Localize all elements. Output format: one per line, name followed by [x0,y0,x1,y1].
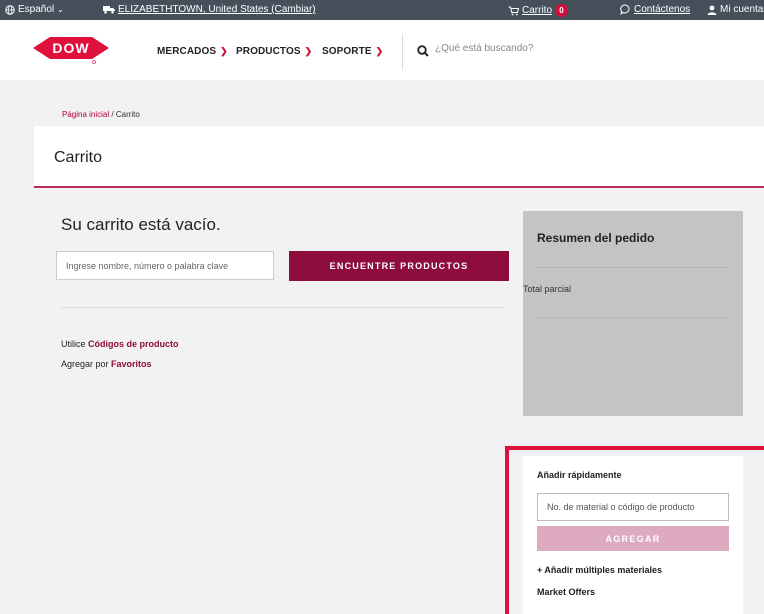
language-selector[interactable]: Español ⌄ [5,4,64,15]
location-selector[interactable]: ELIZABETHTOWN, United States (Cambiar) [103,4,316,15]
favorites-line: Agregar por Favoritos [61,359,152,369]
breadcrumb-current: Carrito [115,110,140,119]
summary-divider [537,317,730,318]
quick-add-title: Añadir rápidamente [537,470,622,480]
account-link[interactable]: Mi cuenta [707,4,763,15]
nav-productos-label: PRODUCTOS [236,46,301,57]
order-summary-title: Resumen del pedido [537,231,655,245]
contact-label: Contáctenos [634,4,691,15]
location-link[interactable]: ELIZABETHTOWN, United States (Cambiar) [118,4,316,15]
top-utility-bar: Español ⌄ ELIZABETHTOWN, United States (… [0,0,764,20]
nav-productos[interactable]: PRODUCTOS ❯ [236,46,312,57]
material-code-input[interactable] [537,493,729,521]
breadcrumb-home-link[interactable]: Página inicial [62,110,109,119]
page-title-card: Carrito [34,126,764,188]
cart-link[interactable]: Carrito 0 [508,4,569,17]
dow-logo[interactable]: DOW [33,35,109,70]
use-prefix: Utilice [61,339,86,349]
nav-soporte-label: SOPORTE [322,46,372,57]
contact-link[interactable]: Contáctenos [620,4,690,15]
favorites-link[interactable]: Favoritos [111,359,152,369]
order-summary-panel: Resumen del pedido Total parcial [523,211,743,416]
cart-icon [508,6,519,15]
market-offers-link[interactable]: Market Offers [537,587,595,597]
user-icon [707,5,717,15]
add-button[interactable]: AGREGAR [537,526,729,551]
account-label: Mi cuenta [720,4,764,15]
empty-cart-message: Su carrito está vacío. [61,215,221,234]
section-divider [61,307,505,308]
language-label: Español [18,4,55,15]
product-codes-link[interactable]: Códigos de producto [88,339,179,349]
cart-count-badge: 0 [555,4,569,17]
cart-label: Carrito [522,5,553,16]
product-codes-line: Utilice Códigos de producto [61,339,179,349]
logo-text: DOW [52,40,89,56]
nav-mercados-label: MERCADOS [157,46,217,57]
chevron-down-icon: ❯ [375,46,384,56]
chevron-down-icon: ❯ [220,46,228,56]
product-search-input[interactable] [56,251,274,280]
breadcrumb: Página inicial / Carrito [62,110,140,119]
page-title: Carrito [54,149,103,166]
search-input[interactable] [435,43,735,54]
nav-mercados[interactable]: MERCADOS ❯ [157,46,228,57]
add-multiple-materials-link[interactable]: + Añadir múltiples materiales [537,565,662,575]
summary-divider [537,267,730,268]
chevron-down-icon: ❯ [304,46,313,56]
site-header: DOW MERCADOS ❯ PRODUCTOS ❯ SOPORTE ❯ [0,20,764,80]
nav-soporte[interactable]: SOPORTE ❯ [322,46,383,57]
search-icon[interactable] [417,45,429,57]
globe-icon [5,4,15,15]
breadcrumb-separator: / [111,110,114,119]
chat-bubble-icon [620,4,630,15]
chevron-down-icon: ⌄ [57,5,64,14]
add-by-prefix: Agregar por [61,359,109,369]
truck-icon [103,6,115,14]
site-search [402,34,764,70]
find-products-button[interactable]: ENCUENTRE PRODUCTOS [289,251,509,281]
subtotal-label: Total parcial [523,284,572,294]
quick-add-panel: Añadir rápidamente AGREGAR + Añadir múlt… [523,456,743,614]
